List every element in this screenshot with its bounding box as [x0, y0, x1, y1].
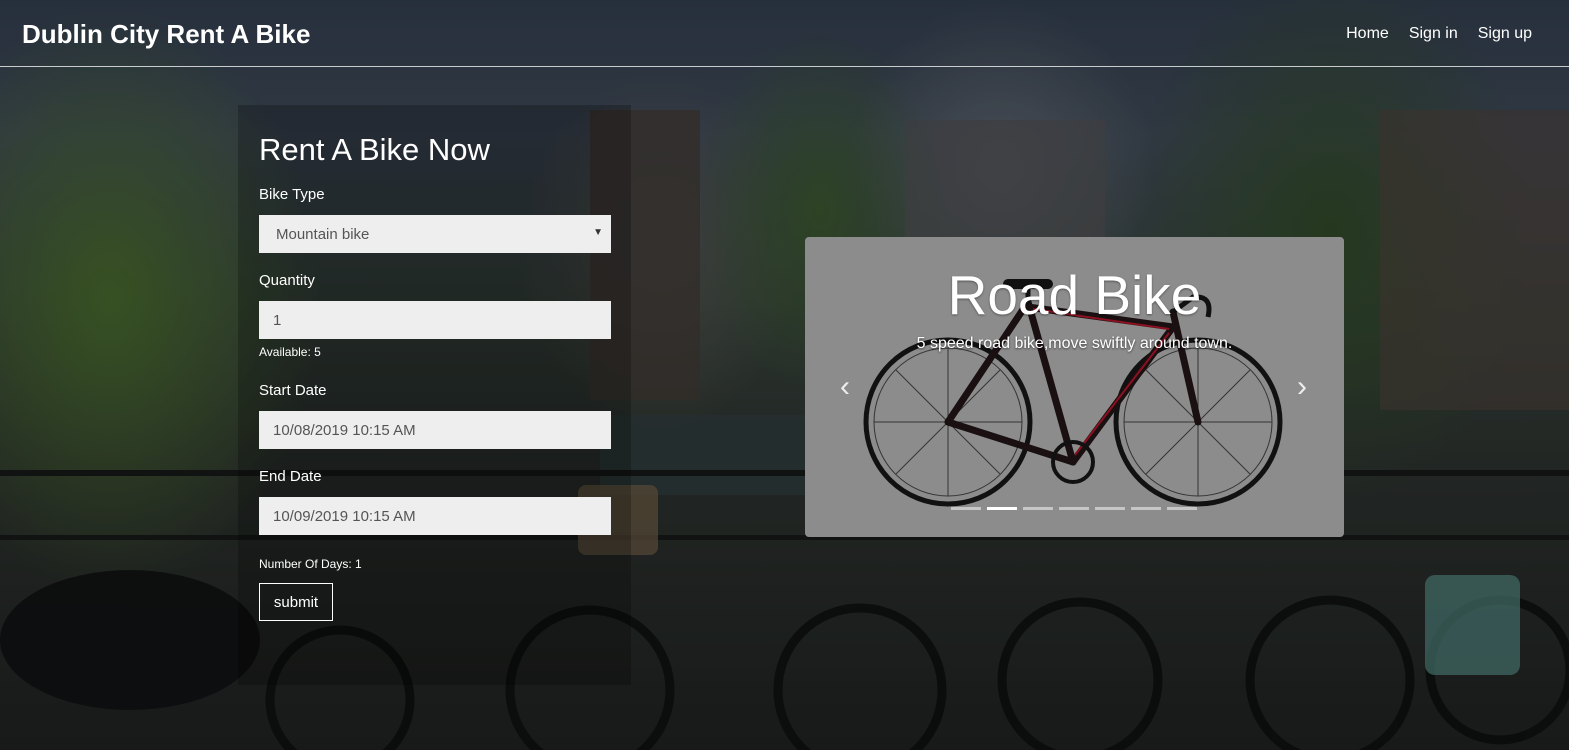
chevron-right-icon: › — [1297, 370, 1307, 403]
nav-links: Home Sign in Sign up — [1346, 25, 1532, 43]
submit-button[interactable]: submit — [259, 583, 333, 621]
carousel-indicator[interactable] — [987, 507, 1017, 510]
caret-down-icon: ▼ — [593, 227, 603, 238]
carousel-indicator[interactable] — [1095, 507, 1125, 510]
carousel-indicator[interactable] — [1023, 507, 1053, 510]
bike-type-selected-value: Mountain bike — [276, 225, 370, 243]
bike-carousel: Road Bike 5 speed road bike,move swiftly… — [805, 237, 1344, 537]
nav-home-link[interactable]: Home — [1346, 25, 1389, 43]
end-date-label: End Date — [259, 468, 322, 485]
brand-logo-link[interactable]: Dublin City Rent A Bike — [22, 19, 310, 50]
end-date-input[interactable]: 10/09/2019 10:15 AM — [259, 497, 611, 535]
available-count-text: Available: 5 — [259, 345, 321, 359]
chevron-left-icon: ‹ — [840, 370, 850, 403]
start-date-input[interactable]: 10/08/2019 10:15 AM — [259, 411, 611, 449]
number-of-days-text: Number Of Days: 1 — [259, 557, 362, 571]
carousel-indicators — [951, 507, 1197, 510]
nav-sign-up-link[interactable]: Sign up — [1478, 25, 1532, 43]
carousel-indicator[interactable] — [1167, 507, 1197, 510]
quantity-input[interactable]: 1 — [259, 301, 611, 339]
carousel-indicator[interactable] — [951, 507, 981, 510]
carousel-indicator[interactable] — [1131, 507, 1161, 510]
form-title: Rent A Bike Now — [259, 132, 490, 167]
slide-caption: 5 speed road bike,move swiftly around to… — [916, 335, 1233, 352]
carousel-prev-button[interactable]: ‹ — [830, 367, 860, 407]
quantity-label: Quantity — [259, 272, 315, 289]
nav-sign-in-link[interactable]: Sign in — [1409, 25, 1458, 43]
carousel-next-button[interactable]: › — [1287, 367, 1317, 407]
slide-title: Road Bike — [947, 264, 1202, 326]
carousel-indicator[interactable] — [1059, 507, 1089, 510]
bike-type-select[interactable]: Mountain bike ▼ — [259, 215, 611, 253]
bike-type-label: Bike Type — [259, 186, 325, 203]
start-date-label: Start Date — [259, 382, 327, 399]
top-navbar: Dublin City Rent A Bike Home Sign in Sig… — [0, 0, 1569, 67]
